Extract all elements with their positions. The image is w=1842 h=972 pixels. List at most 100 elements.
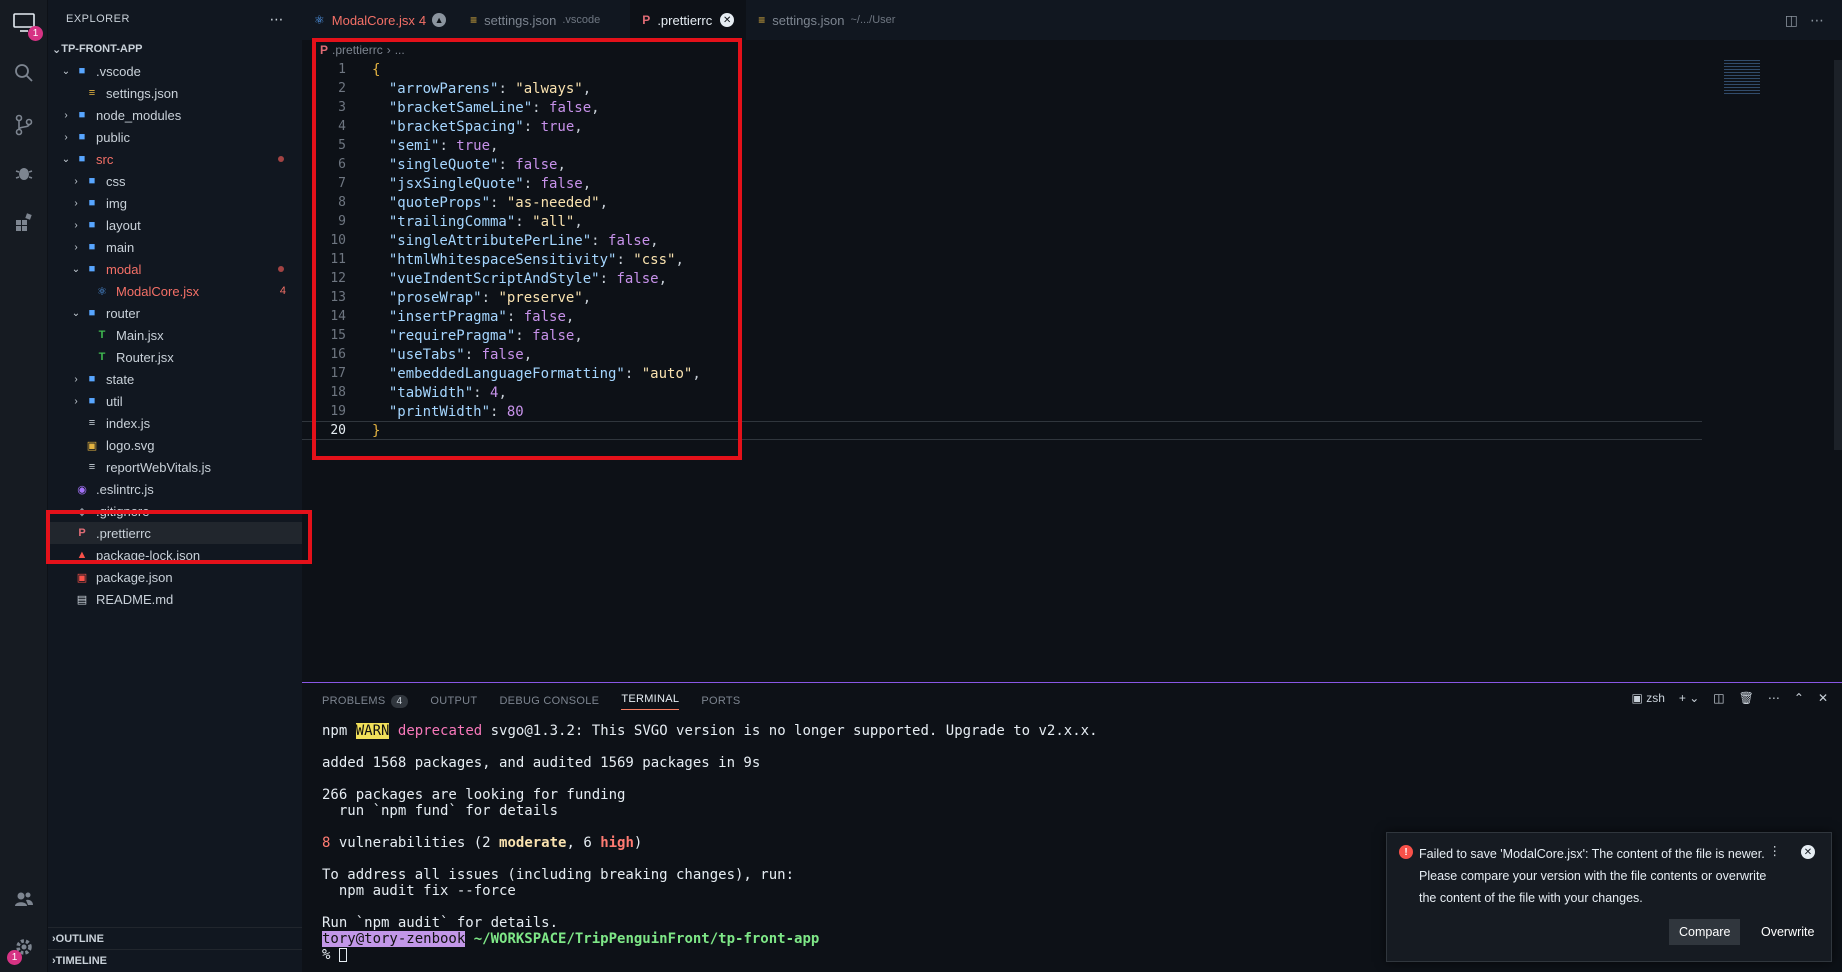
tree-folder[interactable]: ⌄ ■ modal (48, 258, 302, 280)
breadcrumb-file[interactable]: .prettierrc (332, 43, 383, 57)
chevron-right-icon: › (74, 197, 78, 209)
search-icon[interactable] (9, 58, 39, 88)
project-header[interactable]: ⌄ TP-FRONT-APP (48, 38, 302, 60)
timeline-section[interactable]: › TIMELINE (48, 949, 302, 972)
more-actions-icon[interactable]: ⋯ (1810, 12, 1824, 29)
code-line: 20} (302, 421, 1702, 440)
error-icon: ! (1399, 845, 1413, 859)
line-number: 19 (330, 404, 346, 419)
overwrite-button[interactable]: Overwrite (1751, 919, 1824, 945)
close-panel-icon[interactable]: ✕ (1818, 691, 1828, 705)
tree-folder[interactable]: › ■ state (48, 368, 302, 390)
code-line: 5 "semi": true, (302, 136, 1842, 155)
outline-section[interactable]: › OUTLINE (48, 927, 302, 950)
tree-folder[interactable]: ⌄ ■ router (48, 302, 302, 324)
code-editor[interactable]: 1{2 "arrowParens": "always", 3 "bracketSa… (302, 60, 1842, 680)
unsaved-warning-icon[interactable]: ▲ (432, 13, 447, 27)
minimap[interactable] (1724, 60, 1760, 96)
tab-terminal[interactable]: TERMINAL (621, 693, 680, 710)
tree-file[interactable]: ▣ logo.svg (48, 434, 302, 456)
tree-item-label: css (106, 173, 126, 189)
tree-item-label: Main.jsx (116, 327, 164, 343)
breadcrumb-rest[interactable]: ... (395, 43, 405, 57)
tree-item-label: package.json (96, 569, 173, 585)
close-icon[interactable]: ✕ (1801, 845, 1815, 859)
folder-icon: ■ (78, 131, 86, 143)
tree-folder[interactable]: ⌄ ■ src (48, 148, 302, 170)
line-number: 11 (330, 252, 346, 267)
source-control-icon[interactable] (9, 110, 39, 140)
tree-file[interactable]: ≡ settings.json (48, 82, 302, 104)
trash-icon[interactable]: 🗑 (1739, 691, 1754, 705)
breadcrumb: P .prettierrc › ... (320, 40, 405, 60)
terminal-line: added 1568 packages, and audited 1569 pa… (322, 755, 761, 771)
tree-file[interactable]: ≡ index.js (48, 412, 302, 434)
compare-button[interactable]: Compare (1669, 919, 1741, 945)
tree-file[interactable]: ▤ README.md (48, 588, 302, 610)
tab-prettierrc[interactable]: P .prettierrc ✕ (630, 0, 747, 40)
tree-file[interactable]: ⚛ ModalCore.jsx 4 (48, 280, 302, 302)
tab-error-count: 4 (418, 12, 427, 28)
tree-folder[interactable]: ⌄ ■ .vscode (48, 60, 302, 82)
code-text: "htmlWhitespaceSensitivity": "css", (388, 251, 684, 268)
line-number: 10 (330, 233, 346, 248)
tree-file[interactable]: ◆ .gitignore (48, 500, 302, 522)
code-line: 14 "insertPragma": false, (302, 307, 1842, 326)
tree-folder[interactable]: › ■ main (48, 236, 302, 258)
tree-folder[interactable]: › ■ css (48, 170, 302, 192)
tab-output[interactable]: OUTPUT (430, 695, 477, 707)
code-text: "semi": true, (388, 137, 499, 154)
new-terminal-icon[interactable]: + ⌄ (1679, 691, 1699, 705)
folder-icon: ■ (88, 373, 96, 385)
explorer-sidebar: EXPLORER ⋯ ⌄ TP-FRONT-APP ⌄ ■ .vscode ≡ sett… (48, 0, 302, 972)
tree-folder[interactable]: › ■ util (48, 390, 302, 412)
prettier-icon: P (78, 527, 86, 539)
tree-file[interactable]: P .prettierrc (48, 522, 302, 544)
explorer-more-icon[interactable]: ⋯ (270, 11, 285, 28)
settings-file-icon: ≡ (758, 13, 766, 27)
more-icon[interactable]: ⋯ (1768, 691, 1780, 705)
chevron-right-icon: › (386, 43, 391, 57)
tree-file[interactable]: T Main.jsx (48, 324, 302, 346)
tree-item-label: reportWebVitals.js (106, 459, 212, 475)
extensions-icon[interactable] (9, 207, 39, 237)
tree-file[interactable]: ▣ package.json (48, 566, 302, 588)
accounts-icon[interactable] (9, 884, 39, 914)
tree-folder[interactable]: › ■ public (48, 126, 302, 148)
tree-folder[interactable]: › ■ img (48, 192, 302, 214)
timeline-label: TIMELINE (55, 955, 108, 967)
settings-gear-icon[interactable]: 1 (7, 932, 39, 965)
split-editor-icon[interactable]: ◫ (1785, 12, 1798, 29)
tab-modalcore[interactable]: ⚛ ModalCore.jsx 4 ▲ (302, 0, 458, 40)
prettier-icon: P (642, 13, 651, 27)
maximize-panel-icon[interactable]: ⌃ (1794, 691, 1804, 705)
outline-label: OUTLINE (55, 933, 104, 945)
tree-file[interactable]: T Router.jsx (48, 346, 302, 368)
explorer-icon[interactable]: 1 (9, 8, 43, 41)
tree-file[interactable]: ≡ reportWebVitals.js (48, 456, 302, 478)
tree-item-label: state (106, 371, 135, 387)
tree-folder[interactable]: › ■ layout (48, 214, 302, 236)
tab-ports[interactable]: PORTS (701, 695, 740, 707)
tab-debug-console[interactable]: DEBUG CONSOLE (499, 695, 599, 707)
tree-file[interactable]: ▲ package-lock.json (48, 544, 302, 566)
close-icon[interactable]: ✕ (720, 13, 735, 27)
tree-folder[interactable]: › ■ node_modules (48, 104, 302, 126)
split-terminal-icon[interactable]: ◫ (1713, 691, 1724, 705)
tree-item-label: router (106, 305, 140, 321)
tab-settings-user[interactable]: ≡ settings.json ~/.../User (746, 0, 907, 40)
md-icon: ▤ (76, 593, 88, 606)
jsx-icon: T (98, 351, 106, 363)
tree-file[interactable]: ◉ .eslintrc.js (48, 478, 302, 500)
tree-item-label: README.md (96, 591, 174, 607)
terminal-shell[interactable]: ▣ zsh (1632, 691, 1665, 705)
chevron-right-icon: › (74, 373, 78, 385)
tree-item-label: package-lock.json (96, 547, 201, 563)
run-debug-icon[interactable] (9, 158, 39, 188)
react-icon: ⚛ (97, 285, 107, 298)
tab-problems[interactable]: PROBLEMS 4 (322, 695, 409, 708)
notification-more-icon[interactable]: ⋮ (1769, 843, 1782, 858)
tree-item-label: util (106, 393, 123, 409)
editor-scrollbar[interactable] (1834, 60, 1842, 450)
tab-settings-vscode[interactable]: ≡ settings.json .vscode (458, 0, 612, 40)
